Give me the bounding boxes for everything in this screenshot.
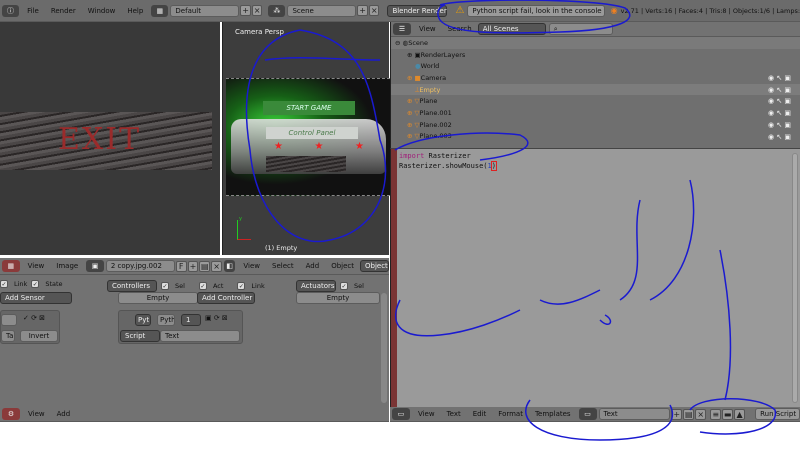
annotation-circle-viewport <box>245 29 387 243</box>
pen-annotations <box>245 0 777 441</box>
annotation-circle-code <box>394 132 529 337</box>
annotation-circle-report <box>437 0 631 34</box>
annotation-circle-templates <box>525 398 777 441</box>
annotation-handwriting <box>539 179 732 401</box>
